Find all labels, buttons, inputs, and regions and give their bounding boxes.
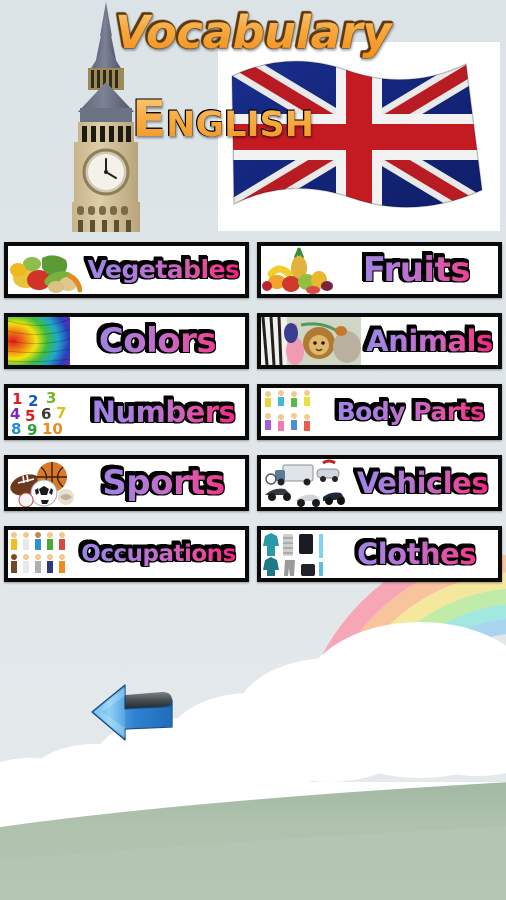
- category-button-vehicles[interactable]: Vehicles: [257, 455, 502, 511]
- category-button-colors[interactable]: Colors: [4, 313, 249, 369]
- numbers-thumbnail: 1 2 3 4 5 6 7 8 9 10: [8, 388, 82, 436]
- menu-cell: Clothes: [253, 524, 506, 595]
- category-button-vegetables[interactable]: Vegetables: [4, 242, 249, 298]
- menu-row: Colors Animals: [0, 311, 506, 382]
- cloud-bank: [0, 622, 506, 842]
- clothes-thumbnail: [261, 530, 335, 578]
- vegetables-thumbnail: [8, 246, 82, 294]
- category-label: Occupations: [72, 530, 245, 578]
- page-title-english: English: [132, 88, 372, 150]
- fruits-thumbnail: [261, 246, 335, 294]
- menu-cell: Colors: [0, 311, 253, 382]
- category-label: Animals: [361, 317, 498, 365]
- animals-thumbnail: [261, 317, 361, 365]
- category-menu: Vegetables Fruits Colors Animals 1 2 3 4…: [0, 240, 506, 595]
- header: Vocabulary English: [0, 0, 506, 238]
- category-button-numbers[interactable]: 1 2 3 4 5 6 7 8 9 10 Numbers: [4, 384, 249, 440]
- category-label: Sports: [82, 459, 245, 507]
- menu-cell: Animals: [253, 311, 506, 382]
- menu-row: 1 2 3 4 5 6 7 8 9 10 Numbers Body Parts: [0, 382, 506, 453]
- menu-cell: Body Parts: [253, 382, 506, 453]
- menu-cell: 1 2 3 4 5 6 7 8 9 10 Numbers: [0, 382, 253, 453]
- menu-cell: Vehicles: [253, 453, 506, 524]
- menu-row: Sports Vehicles: [0, 453, 506, 524]
- category-button-sports[interactable]: Sports: [4, 455, 249, 511]
- svg-text:8: 8: [11, 420, 21, 436]
- menu-cell: Fruits: [253, 240, 506, 311]
- page-title-vocabulary: Vocabulary: [0, 6, 506, 60]
- rainbow-arc: [312, 555, 506, 675]
- category-button-fruits[interactable]: Fruits: [257, 242, 502, 298]
- category-button-body-parts[interactable]: Body Parts: [257, 384, 502, 440]
- category-button-animals[interactable]: Animals: [257, 313, 502, 369]
- colors-thumbnail: [8, 317, 70, 365]
- app-screen: Vocabulary English Vegetables Fruits Col…: [0, 0, 506, 900]
- menu-row: Vegetables Fruits: [0, 240, 506, 311]
- category-label: Numbers: [82, 388, 245, 436]
- svg-text:9: 9: [27, 421, 37, 436]
- category-label: Vehicles: [347, 459, 498, 507]
- vehicles-thumbnail: [261, 459, 347, 507]
- back-arrow-icon[interactable]: [84, 684, 188, 756]
- category-label: Vegetables: [82, 246, 245, 294]
- sports-thumbnail: [8, 459, 82, 507]
- category-label: Fruits: [335, 246, 498, 294]
- category-label: Clothes: [335, 530, 498, 578]
- menu-cell: Sports: [0, 453, 253, 524]
- menu-cell: Occupations: [0, 524, 253, 595]
- category-button-clothes[interactable]: Clothes: [257, 526, 502, 582]
- occupations-thumbnail: [8, 530, 72, 578]
- menu-cell: Vegetables: [0, 240, 253, 311]
- category-label: Body Parts: [323, 388, 498, 436]
- category-button-occupations[interactable]: Occupations: [4, 526, 249, 582]
- ground: [0, 782, 506, 900]
- body-parts-thumbnail: [261, 388, 323, 436]
- svg-text:10: 10: [42, 420, 63, 436]
- category-label: Colors: [70, 317, 245, 365]
- menu-row: Occupations Clothes: [0, 524, 506, 595]
